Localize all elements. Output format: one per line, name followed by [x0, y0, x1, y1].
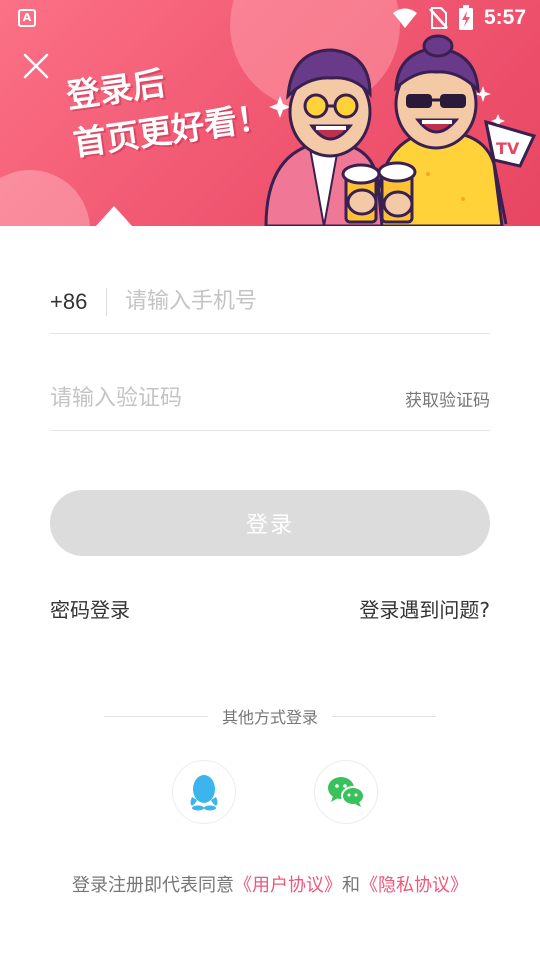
close-icon[interactable]: [22, 52, 50, 80]
qq-icon: [190, 775, 218, 811]
promo-text: 登录后 首页更好看！: [64, 48, 273, 165]
login-button[interactable]: 登录: [50, 490, 490, 556]
agreement-conjunction: 和: [342, 875, 360, 896]
divider: [106, 287, 107, 316]
phone-input[interactable]: [125, 289, 490, 314]
wechat-icon: [328, 777, 365, 807]
agreement-text: 登录注册即代表同意《用户协议》和《隐私协议》: [0, 871, 540, 897]
promo-banner: A 5:57 登录后 首页更好看！ TV: [0, 0, 540, 226]
flag-text: TV: [496, 139, 520, 158]
verification-row: 获取验证码: [50, 366, 490, 431]
wechat-login-button[interactable]: [314, 760, 378, 824]
divider-line: [332, 715, 437, 717]
phone-row: +86: [50, 270, 490, 334]
country-code[interactable]: +86: [50, 289, 106, 315]
user-agreement-link[interactable]: 《用户协议》: [234, 875, 342, 896]
app-notification-icon: A: [18, 9, 36, 27]
login-screen: A 5:57 登录后 首页更好看！ TV +86 请输入手机号 请输入验证码 获…: [0, 0, 540, 960]
banner-notch: [96, 206, 132, 226]
decor-circle: [0, 170, 90, 226]
other-login-divider: 其他方式登录: [104, 703, 437, 729]
agreement-prefix: 登录注册即代表同意: [72, 875, 234, 896]
other-login-label: 其他方式登录: [222, 708, 319, 727]
divider-line: [104, 715, 208, 717]
get-code-button[interactable]: 获取验证码: [405, 386, 490, 411]
login-problem-link[interactable]: 登录遇到问题?: [359, 594, 490, 623]
verification-code-input[interactable]: [50, 385, 405, 411]
qq-login-button[interactable]: [172, 760, 236, 824]
mascot-illustration: TV: [264, 34, 537, 226]
privacy-agreement-link[interactable]: 《隐私协议》: [360, 875, 468, 896]
password-login-link[interactable]: 密码登录: [50, 594, 130, 623]
